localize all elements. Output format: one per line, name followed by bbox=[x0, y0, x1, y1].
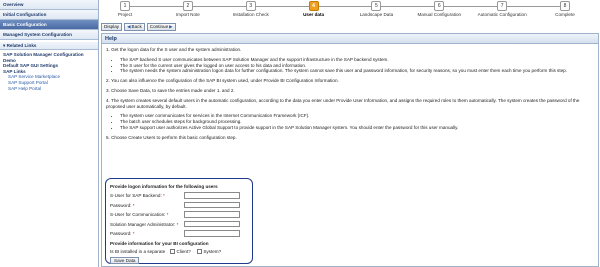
roadmap-step-number: 5 bbox=[371, 1, 382, 11]
help-list-item: The SAP support user authorizes Active G… bbox=[120, 125, 594, 131]
required-asterisk: * bbox=[161, 193, 165, 198]
roadmap-step-label: Automatic Configuration bbox=[477, 12, 527, 17]
roadmap-step-number: 3 bbox=[245, 1, 256, 11]
required-asterisk: * bbox=[131, 202, 135, 208]
form-row: Solution Manager Administrator: * bbox=[110, 220, 248, 228]
help-title: Help bbox=[102, 34, 598, 44]
sidebar-item-basic-configuration[interactable]: Basic Configuration bbox=[0, 20, 98, 30]
bi-config-title: Provide information for your BI configur… bbox=[110, 241, 209, 246]
roadmap-step[interactable]: 3 Installation Check bbox=[226, 1, 276, 17]
form-field-label-text: S-User for SAP Backend: bbox=[110, 193, 162, 198]
roadmap-step[interactable]: 6 Manual Configuration bbox=[414, 1, 464, 17]
roadmap-step-label: Project bbox=[117, 12, 133, 17]
system-checkbox-label: System? bbox=[203, 249, 222, 254]
form-field-label-text: Password: bbox=[110, 231, 132, 236]
roadmap-step[interactable]: 2 Import Note bbox=[163, 1, 213, 17]
help-body: 1. Get the logon data for the S user and… bbox=[102, 44, 598, 148]
roadmap-step-number: 1 bbox=[120, 1, 130, 11]
form-text-input[interactable] bbox=[184, 220, 240, 228]
help-step-2: 2. You can also influence the configurat… bbox=[106, 78, 339, 84]
related-links-list: SAP Solution Manager Configuration Demo D… bbox=[0, 50, 98, 93]
form-field-label: S-User for Communication: * bbox=[110, 212, 184, 217]
roadmap-step-number: 8 bbox=[560, 1, 570, 11]
back-button[interactable]: ◀ Back bbox=[124, 22, 145, 31]
save-data-button[interactable]: Save Data bbox=[110, 257, 140, 264]
arrow-left-icon: ◀ bbox=[127, 23, 131, 29]
roadmap: 1 Project 2 Import Note 3 Installation Check 4… bbox=[100, 0, 600, 22]
form-row: S-User for Communication: * bbox=[110, 211, 248, 218]
collapse-icon[interactable]: ▾ bbox=[3, 43, 5, 48]
form-field-label-text: Password: bbox=[110, 202, 132, 208]
sidebar-item-managed-system-configuration[interactable]: Managed System Configuration bbox=[0, 30, 98, 40]
arrow-right-icon: ▶ bbox=[169, 23, 173, 29]
form-field-label: Password: * bbox=[110, 203, 184, 208]
roadmap-step-number: 7 bbox=[497, 1, 508, 11]
roadmap-step-label: Installation Check bbox=[232, 12, 269, 17]
related-link[interactable]: SAP Solution Manager Configuration Demo bbox=[3, 52, 95, 63]
form-field-label: S-User for SAP Backend: * bbox=[110, 193, 184, 198]
help-list-1: The SAP backend S user communicates betw… bbox=[120, 57, 594, 74]
display-button-label: Display bbox=[104, 23, 120, 29]
sidebar-item-overview[interactable]: Overview bbox=[0, 0, 98, 10]
form-row: Password: * bbox=[110, 230, 248, 237]
related-link[interactable]: SAP Help Portal bbox=[3, 86, 95, 92]
form-field-label-text: S-User for Communication: bbox=[110, 212, 166, 217]
display-button[interactable]: Display bbox=[101, 22, 123, 31]
system-checkbox[interactable] bbox=[196, 249, 202, 254]
roadmap-step-label: Import Note bbox=[175, 12, 200, 17]
help-step-5: 5. Choose Create Users to perform this b… bbox=[106, 134, 237, 140]
help-step-3: 3. Choose Save Data, to save the entries… bbox=[106, 87, 235, 93]
client-checkbox[interactable] bbox=[170, 249, 175, 254]
roadmap-step-number: 6 bbox=[434, 1, 445, 11]
roadmap-step[interactable]: 7 Automatic Configuration bbox=[477, 1, 527, 17]
required-asterisk: * bbox=[131, 231, 135, 236]
form-field-label-text: Solution Manager Administrator: bbox=[110, 221, 176, 227]
roadmap-step[interactable]: 1 Project bbox=[100, 1, 150, 17]
client-checkbox-label: Client? bbox=[176, 249, 191, 254]
user-data-form: Provide logon information for the follow… bbox=[105, 178, 253, 264]
bi-client-option[interactable]: Client? bbox=[170, 249, 191, 254]
form-text-input[interactable] bbox=[184, 192, 240, 199]
back-button-label: Back bbox=[131, 23, 142, 29]
roadmap-step[interactable]: 5 Landscape Data bbox=[351, 1, 401, 17]
roadmap-step[interactable]: 8 Complete bbox=[540, 1, 590, 17]
bi-question-label: Is BI installed in a separate bbox=[110, 249, 166, 254]
related-links-title: Related Links bbox=[6, 43, 37, 48]
form-text-input[interactable] bbox=[184, 230, 240, 237]
roadmap-step-number: 4 bbox=[308, 1, 319, 11]
roadmap-step-number: 2 bbox=[182, 1, 193, 11]
continue-button-label: Continue bbox=[149, 23, 169, 29]
help-list-item: The system needs the system administrati… bbox=[120, 68, 594, 74]
form-row: Password: * bbox=[110, 201, 248, 209]
required-asterisk: * bbox=[175, 221, 179, 227]
bi-config-row: Is BI installed in a separate Client? Sy… bbox=[110, 248, 248, 255]
form-text-input[interactable] bbox=[184, 201, 240, 209]
form-row: S-User for SAP Backend: * bbox=[110, 192, 248, 199]
help-step-4: 4. The system creates several default us… bbox=[106, 97, 580, 109]
required-asterisk: * bbox=[165, 212, 169, 217]
related-links-header: ▾ Related Links bbox=[0, 42, 98, 50]
bi-system-option[interactable]: System? bbox=[196, 249, 222, 254]
help-list-2: The system user communicates for service… bbox=[120, 113, 594, 130]
roadmap-step-label: Manual Configuration bbox=[417, 12, 462, 17]
toolbar: Display ◀ Back Continue ▶ bbox=[101, 22, 176, 31]
form-title: Provide logon information for the follow… bbox=[110, 184, 218, 189]
form-field-label: Password: * bbox=[110, 231, 184, 236]
roadmap-step-label: Complete bbox=[555, 12, 575, 17]
roadmap-step-label: Landscape Data bbox=[359, 12, 394, 17]
roadmap-step[interactable]: 4 User data bbox=[289, 1, 339, 17]
form-field-label: Solution Manager Administrator: * bbox=[110, 222, 184, 227]
roadmap-step-label: User data bbox=[303, 12, 325, 17]
sidebar-item-initial-configuration[interactable]: Initial Configuration bbox=[0, 10, 98, 20]
sidebar: Overview Initial Configuration Basic Confi… bbox=[0, 0, 99, 267]
continue-button[interactable]: Continue ▶ bbox=[146, 22, 176, 31]
help-step-1: 1. Get the logon data for the S user and… bbox=[106, 47, 242, 52]
form-text-input[interactable] bbox=[184, 211, 240, 218]
